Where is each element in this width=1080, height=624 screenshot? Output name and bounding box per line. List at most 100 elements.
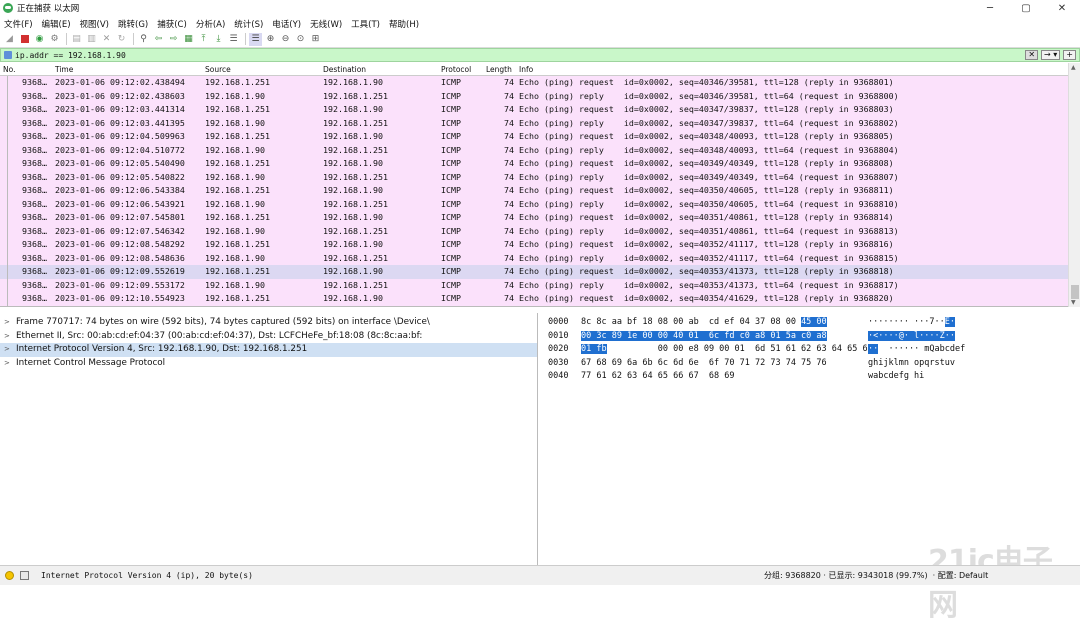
detail-ipv4[interactable]: > Internet Protocol Version 4, Src: 192.1… (0, 343, 537, 357)
colorize-icon[interactable]: ☰ (249, 32, 262, 46)
packet-row[interactable]: 9368… 2023-01-06 09:12:02.438494 192.168.1… (0, 76, 1068, 90)
menu-analyze[interactable]: 分析(A) (196, 18, 225, 30)
close-button[interactable]: ✕ (1044, 0, 1080, 16)
hex-bytes[interactable]: 00 3c 89 1e 00 00 40 01 6c fd c0 a8 01 5… (581, 330, 827, 344)
packet-length: 74 (504, 266, 514, 276)
hex-ascii[interactable]: ·<····@· l····Z·· (868, 330, 955, 344)
hex-bytes[interactable]: 67 68 69 6a 6b 6c 6d 6e 6f 70 71 72 73 7… (581, 357, 827, 371)
menu-help[interactable]: 帮助(H) (389, 18, 419, 30)
menu-telephony[interactable]: 电话(Y) (272, 18, 301, 30)
apply-filter-icon[interactable]: → ▾ (1041, 50, 1061, 60)
add-filter-button[interactable]: + (1063, 50, 1076, 60)
clear-filter-icon[interactable]: ✕ (1025, 50, 1039, 60)
packet-row[interactable]: 9368… 2023-01-06 09:12:05.540490 192.168.1… (0, 157, 1068, 171)
start-capture-icon[interactable]: ◢ (3, 33, 16, 46)
menu-capture[interactable]: 捕获(C) (157, 18, 187, 30)
go-back-icon[interactable]: ⇦ (152, 33, 165, 46)
packet-row[interactable]: 9368… 2023-01-06 09:12:08.548636 192.168.1… (0, 251, 1068, 265)
save-file-icon[interactable]: ▥ (85, 33, 98, 46)
expand-arrow-icon[interactable]: > (4, 343, 10, 357)
menu-file[interactable]: 文件(F) (4, 18, 33, 30)
packet-row[interactable]: 9368… 2023-01-06 09:12:04.509963 192.168.1… (0, 130, 1068, 144)
packet-row[interactable]: 9368… 2023-01-06 09:12:03.441314 192.168.1… (0, 103, 1068, 117)
column-protocol[interactable]: Protocol (441, 65, 471, 74)
menu-tools[interactable]: 工具(T) (351, 18, 380, 30)
packet-length: 74 (504, 104, 514, 114)
menu-edit[interactable]: 编辑(E) (42, 18, 71, 30)
packet-row[interactable]: 9368… 2023-01-06 09:12:09.552619 192.168.1… (0, 265, 1068, 279)
column-destination[interactable]: Destination (323, 65, 366, 74)
packet-length: 74 (504, 131, 514, 141)
first-packet-icon[interactable]: ⤒ (197, 33, 210, 46)
related-packet-line (7, 130, 8, 144)
menu-view[interactable]: 视图(V) (80, 18, 109, 30)
packet-info: Echo (ping) reply id=0x0002, seq=40349/4… (519, 171, 899, 182)
resize-columns-icon[interactable]: ⊞ (309, 33, 322, 46)
hex-ascii[interactable]: ghijklmn opqrstuv (868, 357, 955, 371)
scroll-up-icon[interactable]: ▲ (1071, 64, 1076, 71)
capture-options-icon[interactable]: ⚙ (48, 33, 61, 46)
packet-row[interactable]: 9368… 2023-01-06 09:12:08.548292 192.168.1… (0, 238, 1068, 252)
packet-list-scrollbar[interactable]: ▲ ▼ (1068, 63, 1080, 307)
packet-row[interactable]: 9368… 2023-01-06 09:12:07.545801 192.168.1… (0, 211, 1068, 225)
hex-ascii[interactable]: ·· ······ mQabcdef (868, 343, 965, 357)
packet-length: 74 (504, 185, 514, 195)
hex-bytes[interactable]: 01 fb 00 00 e8 09 00 01 6d 51 61 62 63 6… (581, 343, 873, 357)
autoscroll-icon[interactable]: ☰ (227, 33, 240, 46)
open-file-icon[interactable]: ▤ (70, 33, 83, 46)
packet-row[interactable]: 9368… 2023-01-06 09:12:07.546342 192.168.1… (0, 224, 1068, 238)
restart-capture-icon[interactable]: ◉ (33, 33, 46, 46)
column-info[interactable]: Info (519, 65, 533, 74)
display-filter-input[interactable] (15, 49, 995, 61)
menu-statistics[interactable]: 统计(S) (234, 18, 263, 30)
hex-ascii[interactable]: wabcdefg hi (868, 370, 924, 384)
stop-capture-icon[interactable] (18, 33, 31, 46)
find-packet-icon[interactable]: ⚲ (137, 33, 150, 46)
column-length[interactable]: Length (486, 65, 512, 74)
packet-row[interactable]: 9368… 2023-01-06 09:12:03.441395 192.168.1… (0, 116, 1068, 130)
packet-row[interactable]: 9368… 2023-01-06 09:12:04.510772 192.168.1… (0, 143, 1068, 157)
column-no[interactable]: No. (3, 65, 15, 74)
last-packet-icon[interactable]: ⤓ (212, 33, 225, 46)
detail-icmp[interactable]: > Internet Control Message Protocol (0, 357, 537, 371)
related-packet-line (7, 103, 8, 117)
packet-row[interactable]: 9368… 2023-01-06 09:12:09.553172 192.168.1… (0, 278, 1068, 292)
menu-wireless[interactable]: 无线(W) (310, 18, 342, 30)
expert-info-icon[interactable] (5, 571, 14, 580)
related-packet-line (7, 224, 8, 238)
packet-row[interactable]: 9368… 2023-01-06 09:12:05.540822 192.168.1… (0, 170, 1068, 184)
close-file-icon[interactable]: ✕ (100, 33, 113, 46)
reload-file-icon[interactable]: ↻ (115, 33, 128, 46)
zoom-in-icon[interactable]: ⊕ (264, 33, 277, 46)
packet-row[interactable]: 9368… 2023-01-06 09:12:06.543384 192.168.1… (0, 184, 1068, 198)
maximize-button[interactable]: ▢ (1008, 0, 1044, 16)
go-to-packet-icon[interactable]: ▦ (182, 33, 195, 46)
packet-list-header: No. Time Source Destination Protocol Len… (0, 63, 1068, 76)
scrollbar-thumb[interactable] (1071, 285, 1079, 299)
detail-frame[interactable]: > Frame 770717: 74 bytes on wire (592 bit… (0, 316, 537, 330)
zoom-reset-icon[interactable]: ⊙ (294, 33, 307, 46)
column-source[interactable]: Source (205, 65, 231, 74)
packet-row[interactable]: 9368… 2023-01-06 09:12:06.543921 192.168.1… (0, 197, 1068, 211)
go-forward-icon[interactable]: ⇨ (167, 33, 180, 46)
column-time[interactable]: Time (55, 65, 73, 74)
related-packet-line (7, 89, 8, 103)
detail-ethernet[interactable]: > Ethernet II, Src: 00:ab:cd:ef:04:37 (00… (0, 330, 537, 344)
expand-arrow-icon[interactable]: > (4, 330, 10, 344)
hex-bytes[interactable]: 77 61 62 63 64 65 66 67 68 69 (581, 370, 735, 384)
menu-go[interactable]: 跳转(G) (118, 18, 148, 30)
packet-row[interactable]: 9368… 2023-01-06 09:12:10.554923 192.168.1… (0, 292, 1068, 306)
packet-length: 74 (504, 77, 514, 87)
capture-comment-icon[interactable] (20, 571, 29, 580)
expand-arrow-icon[interactable]: > (4, 357, 10, 371)
related-packet-line (7, 211, 8, 225)
hex-ascii[interactable]: ········ ···7··E· (868, 316, 956, 330)
filter-bookmark-icon[interactable] (4, 51, 12, 59)
packet-row[interactable]: 9368… 2023-01-06 09:12:02.438603 192.168.1… (0, 89, 1068, 103)
zoom-out-icon[interactable]: ⊖ (279, 33, 292, 46)
related-packet-line (7, 278, 8, 292)
minimize-button[interactable]: ─ (972, 0, 1008, 16)
hex-bytes[interactable]: 8c 8c aa bf 18 08 00 ab cd ef 04 37 08 0… (581, 316, 827, 330)
expand-arrow-icon[interactable]: > (4, 316, 10, 330)
scroll-down-icon[interactable]: ▼ (1071, 299, 1076, 306)
